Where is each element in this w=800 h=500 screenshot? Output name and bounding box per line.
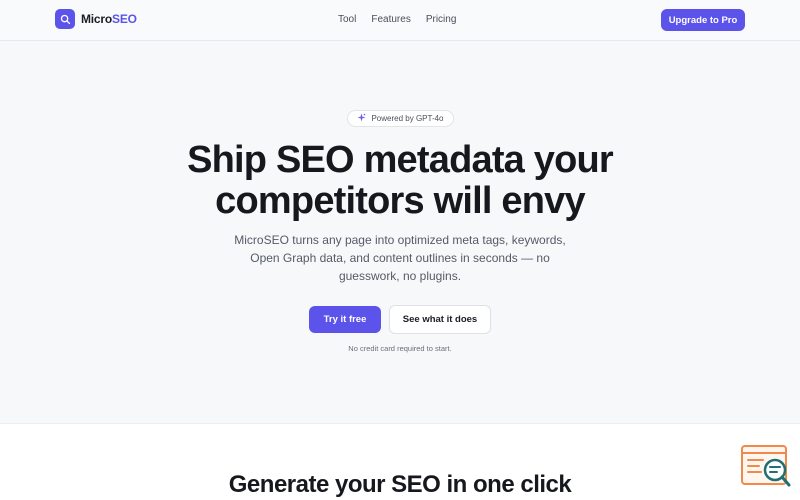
hero-subtext: MicroSEO turns any page into optimized m… <box>234 233 566 283</box>
brand-name-suffix: SEO <box>112 12 137 26</box>
powered-by-badge: Powered by GPT-4o <box>347 110 454 127</box>
main-nav: Tool Features Pricing <box>338 14 471 25</box>
search-icon <box>55 9 75 29</box>
badge-text: Powered by GPT-4o <box>371 114 444 123</box>
nav-link-features[interactable]: Features <box>371 14 410 25</box>
upgrade-to-pro-button[interactable]: Upgrade to Pro <box>661 9 745 31</box>
headline-line-2: competitors will envy <box>215 180 585 222</box>
brand-logo[interactable]: MicroSEO <box>55 9 137 29</box>
hero-headline: Ship SEO metadata your competitors will … <box>100 140 700 222</box>
brand-name: MicroSEO <box>81 12 137 26</box>
sparkle-icon <box>357 113 367 124</box>
site-header: MicroSEO Tool Features Pricing Upgrade t… <box>0 0 800 41</box>
try-it-free-button[interactable]: Try it free <box>309 306 381 333</box>
section-title: Generate your SEO in one click <box>228 471 572 498</box>
seo-magnifier-icon[interactable] <box>741 445 793 489</box>
no-credit-card-note: No credit card required to start. <box>348 344 452 353</box>
see-what-it-does-button[interactable]: See what it does <box>389 305 491 334</box>
brand-name-prefix: Micro <box>81 12 113 26</box>
headline-line-1: Ship SEO metadata your <box>187 139 614 181</box>
nav-link-pricing[interactable]: Pricing <box>426 14 457 25</box>
nav-link-tool[interactable]: Tool <box>338 14 356 25</box>
